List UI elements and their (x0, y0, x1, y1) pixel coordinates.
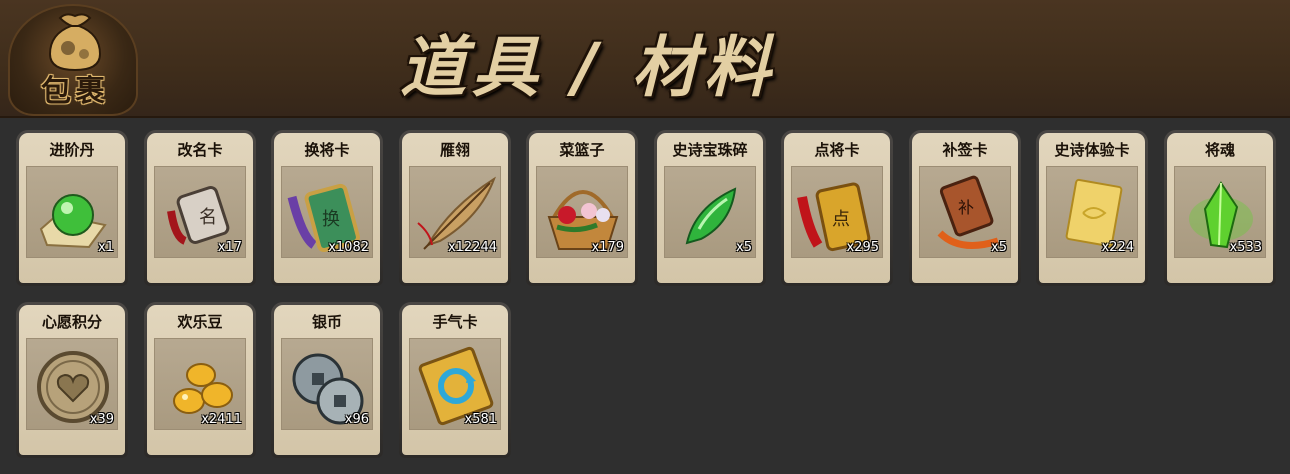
item-count: x581 (464, 412, 497, 427)
item-name: 银币 (311, 313, 342, 331)
bag-badge[interactable]: 包裹 (8, 4, 138, 116)
svg-text:补: 补 (958, 198, 974, 217)
item-image: x5 (664, 166, 756, 258)
item-image: x533 (1174, 166, 1266, 258)
item-name: 史诗宝珠碎 (672, 141, 748, 159)
item-image: 点 x295 (791, 166, 883, 258)
item-card[interactable]: 银币 x96 (271, 302, 383, 458)
item-name: 史诗体验卡 (1054, 141, 1130, 159)
item-card[interactable]: 点将卡点 x295 (781, 130, 893, 286)
item-image: 补 x5 (919, 166, 1011, 258)
item-card[interactable]: 进阶丹 x1 (16, 130, 128, 286)
item-card-panel: 改名卡名 x17 (147, 133, 253, 283)
item-count: x2411 (201, 412, 242, 427)
item-name: 进阶丹 (49, 141, 95, 159)
item-card[interactable]: 史诗体验卡 x224 (1036, 130, 1148, 286)
item-image: x179 (536, 166, 628, 258)
item-count: x17 (217, 240, 242, 255)
item-image: x1 (26, 166, 118, 258)
svg-text:换: 换 (322, 209, 340, 230)
item-name: 心愿积分 (41, 313, 102, 331)
item-image: x12244 (409, 166, 501, 258)
item-name: 将魂 (1204, 141, 1235, 159)
item-card-panel: 史诗体验卡 x224 (1039, 133, 1145, 283)
item-image: 换 x1082 (281, 166, 373, 258)
header-bar: 包裹 道具 / 材料 (0, 0, 1290, 118)
item-name: 点将卡 (814, 141, 860, 159)
item-image: x224 (1046, 166, 1138, 258)
item-card-panel: 将魂 x533 (1167, 133, 1273, 283)
item-card[interactable]: 补签卡补 x5 (909, 130, 1021, 286)
item-card-panel: 银币 x96 (274, 305, 380, 455)
item-card[interactable]: 雁翎 x12244 (399, 130, 511, 286)
item-card-panel: 补签卡补 x5 (912, 133, 1018, 283)
item-card-panel: 心愿积分 x39 (19, 305, 125, 455)
item-count: x533 (1229, 240, 1262, 255)
item-count: x224 (1101, 240, 1134, 255)
item-card-panel: 菜篮子 x179 (529, 133, 635, 283)
item-card[interactable]: 将魂 x533 (1164, 130, 1276, 286)
item-name: 雁翎 (439, 141, 470, 159)
money-bag-icon (48, 13, 102, 72)
item-count: x5 (991, 240, 1007, 255)
item-card-panel: 史诗宝珠碎 x5 (657, 133, 763, 283)
item-card[interactable]: 换将卡换 x1082 (271, 130, 383, 286)
item-name: 补签卡 (942, 141, 988, 159)
item-image: x2411 (154, 338, 246, 430)
item-name: 菜篮子 (559, 141, 605, 159)
item-card-panel: 换将卡换 x1082 (274, 133, 380, 283)
item-card-panel: 进阶丹 x1 (19, 133, 125, 283)
item-count: x39 (89, 412, 114, 427)
svg-text:名: 名 (199, 207, 217, 228)
item-name: 手气卡 (432, 313, 478, 331)
item-card[interactable]: 手气卡 x581 (399, 302, 511, 458)
item-image: x96 (281, 338, 373, 430)
item-card[interactable]: 菜篮子 x179 (526, 130, 638, 286)
item-name: 改名卡 (177, 141, 223, 159)
item-count: x1082 (328, 240, 369, 255)
bag-badge-label: 包裹 (41, 74, 109, 109)
item-image: x581 (409, 338, 501, 430)
item-count: x295 (846, 240, 879, 255)
item-card-panel: 点将卡点 x295 (784, 133, 890, 283)
item-count: x179 (591, 240, 624, 255)
page-title: 道具 / 材料 (400, 29, 777, 106)
item-count: x1 (98, 240, 114, 255)
item-name: 换将卡 (304, 141, 350, 159)
item-count: x96 (344, 412, 369, 427)
item-card[interactable]: 史诗宝珠碎 x5 (654, 130, 766, 286)
item-name: 欢乐豆 (177, 313, 223, 331)
item-card-panel: 手气卡 x581 (402, 305, 508, 455)
item-card[interactable]: 心愿积分 x39 (16, 302, 128, 458)
item-image: 名 x17 (154, 166, 246, 258)
item-card[interactable]: 欢乐豆 x2411 (144, 302, 256, 458)
item-card-panel: 欢乐豆 x2411 (147, 305, 253, 455)
item-card[interactable]: 改名卡名 x17 (144, 130, 256, 286)
item-count: x5 (736, 240, 752, 255)
item-card-panel: 雁翎 x12244 (402, 133, 508, 283)
svg-text:点: 点 (832, 209, 850, 230)
item-count: x12244 (447, 240, 497, 255)
item-image: x39 (26, 338, 118, 430)
